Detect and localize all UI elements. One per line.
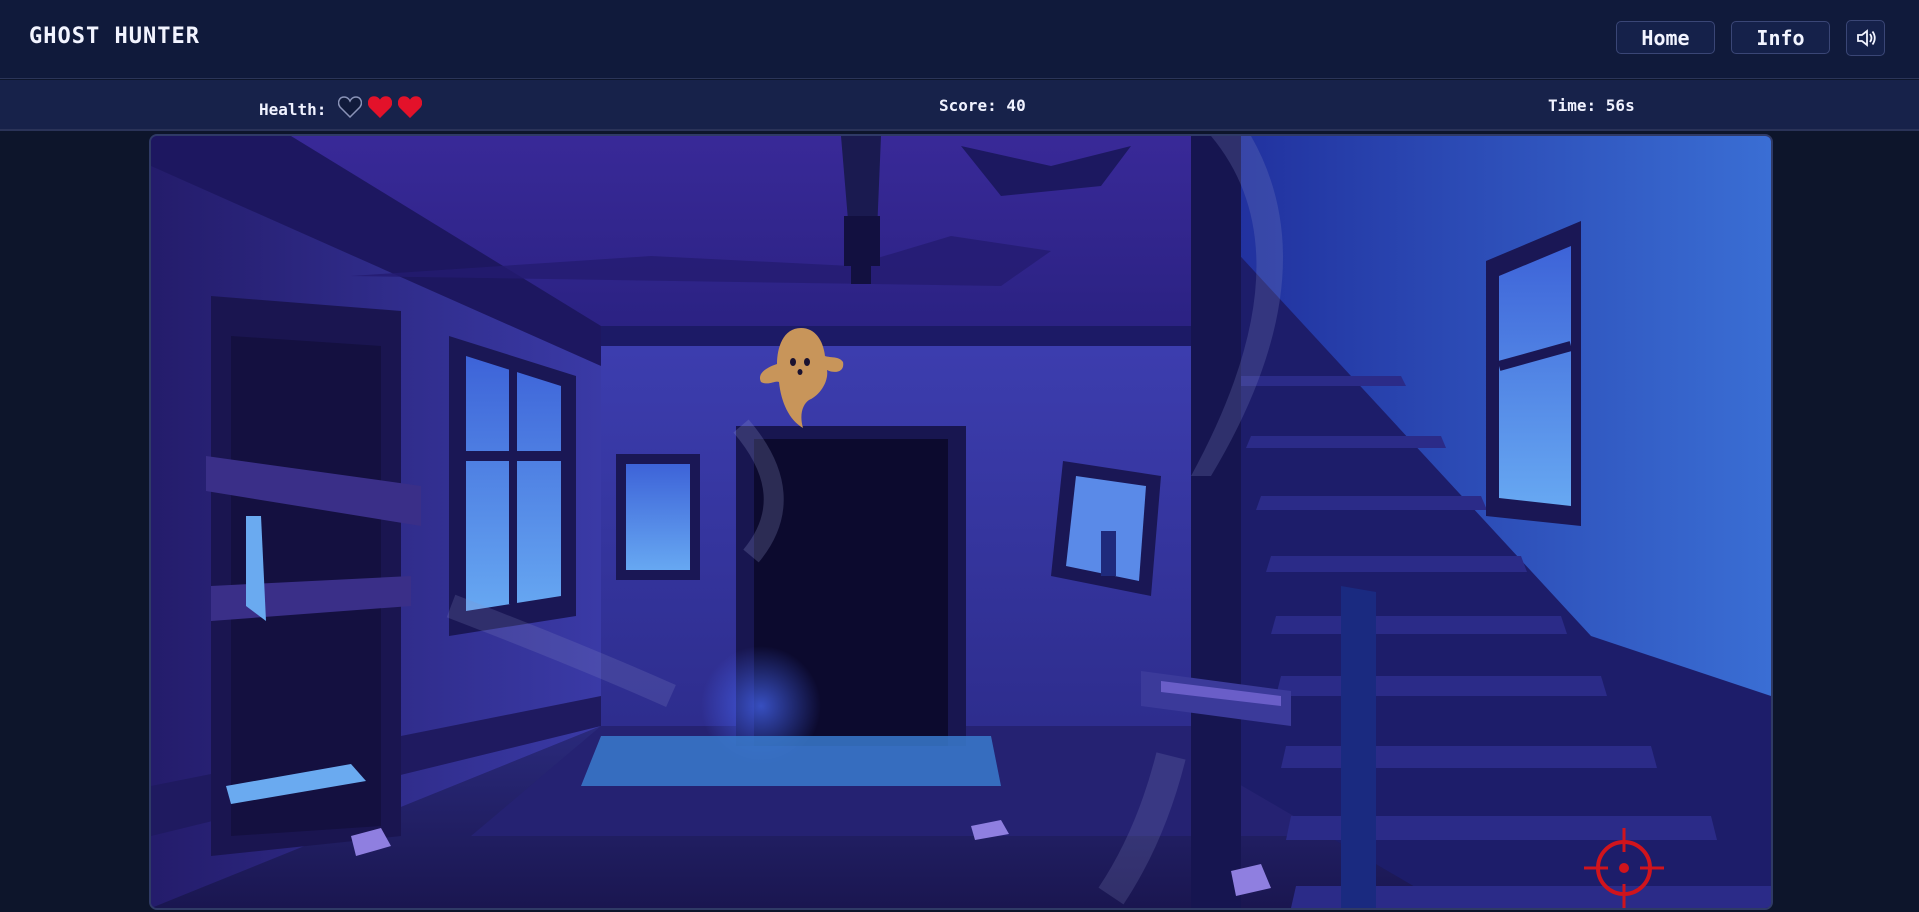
top-navigation-bar: GHOST HUNTER Home Info [0, 0, 1919, 79]
health-display: Health: [259, 95, 428, 119]
heart-empty-icon [338, 95, 363, 118]
crosshair-icon [1584, 828, 1664, 908]
haunted-room-background [151, 136, 1771, 908]
score-display: Score: 40 [939, 96, 1026, 115]
speaker-icon [1856, 29, 1876, 47]
heart-full-icon [398, 95, 423, 118]
ghost-target[interactable] [755, 322, 847, 434]
health-hearts [338, 95, 428, 118]
game-title: GHOST HUNTER [29, 24, 200, 49]
heart-full-icon [368, 95, 393, 118]
info-button[interactable]: Info [1731, 21, 1830, 54]
health-label: Health: [259, 100, 327, 119]
home-button[interactable]: Home [1616, 21, 1715, 54]
game-scene[interactable] [149, 134, 1773, 910]
time-display: Time: 56s [1548, 96, 1635, 115]
game-status-bar: Health: Score: 40 Time: 56s [0, 80, 1919, 131]
sound-toggle-button[interactable] [1846, 20, 1885, 56]
